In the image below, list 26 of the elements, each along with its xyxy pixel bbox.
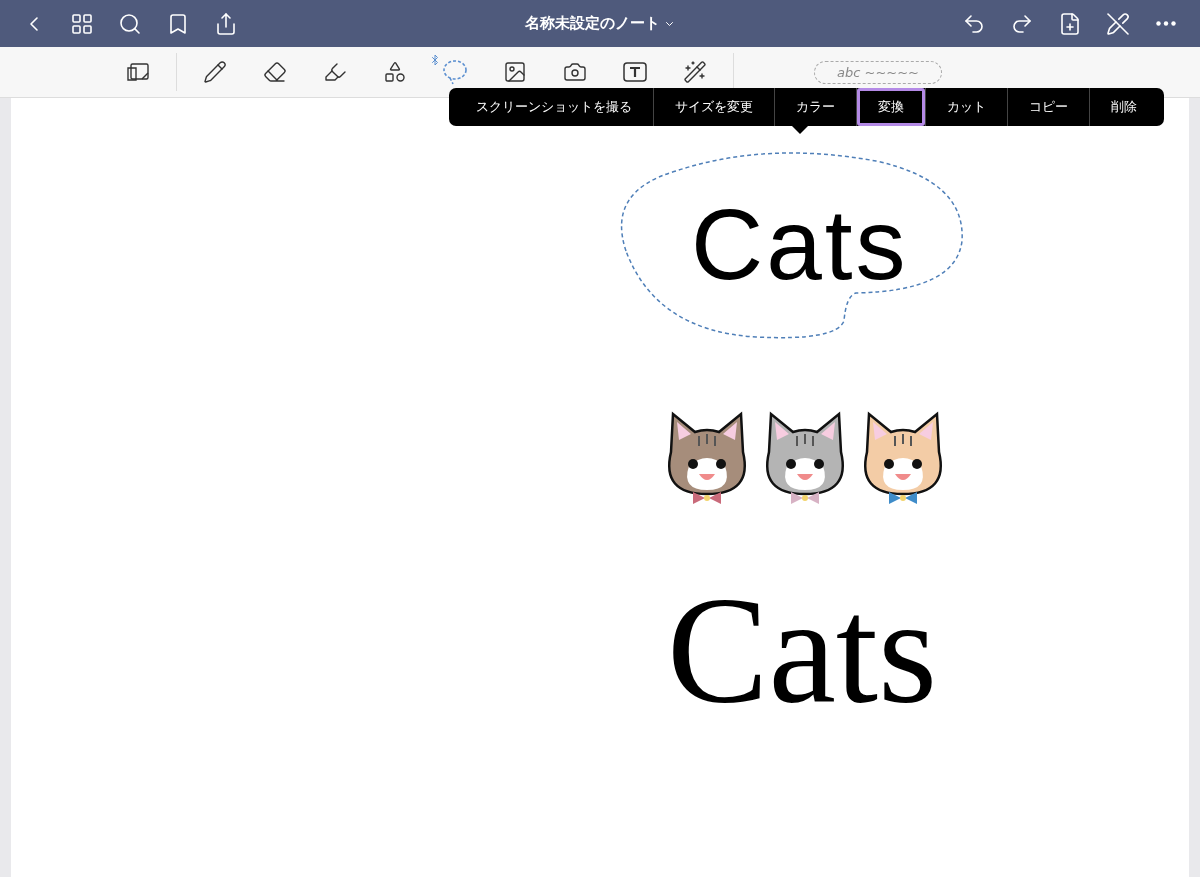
menu-item[interactable]: スクリーンショットを撮る [455,88,653,126]
menu-item[interactable]: サイズを変更 [654,88,774,126]
menu-item[interactable]: カラー [775,88,856,126]
laser-pointer-icon [683,60,707,84]
eraser-icon [263,60,287,84]
add-page-icon [1058,11,1082,36]
image-icon [503,60,527,84]
menu-item[interactable]: 変換 [857,88,925,126]
page-layers-icon [126,61,150,83]
grid-icon [70,11,94,36]
search-icon [118,11,142,36]
menu-item[interactable]: カット [926,88,1007,126]
menu-item[interactable]: 削除 [1090,88,1158,126]
handwritten-text: Cats [691,194,909,294]
more-icon [1156,21,1176,26]
note-title[interactable]: 名称未設定のノート [518,13,682,34]
crossed-pen-icon [1106,11,1130,36]
lasso-icon [442,59,468,85]
typed-text: Cats [667,568,938,736]
shapes-icon [383,60,407,84]
camera-icon [563,60,587,84]
share-icon [214,11,238,36]
bluetooth-icon [429,54,441,66]
menu-item[interactable]: コピー [1008,88,1089,126]
pencil-icon [203,60,227,84]
text-box-icon [622,61,648,83]
